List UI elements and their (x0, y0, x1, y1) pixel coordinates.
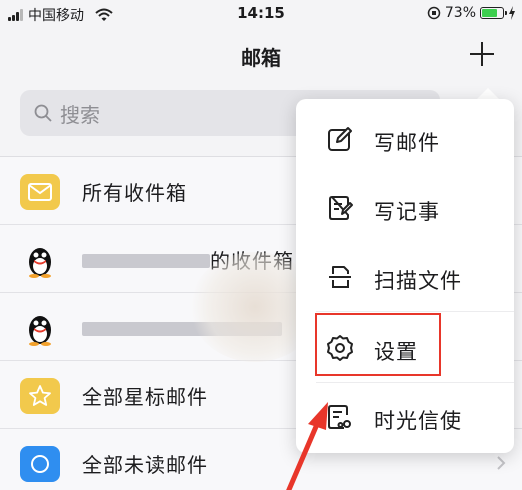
search-icon (34, 104, 52, 122)
menu-item-label: 写记事 (374, 200, 440, 224)
menu-item-label: 写邮件 (374, 131, 440, 155)
add-button[interactable] (462, 34, 502, 74)
menu-item-compose[interactable]: 写邮件 (296, 105, 514, 173)
qq-penguin-icon (29, 316, 51, 346)
battery-icon (480, 7, 507, 19)
nav-bar: 邮箱 (0, 28, 522, 84)
chevron-right-icon (497, 456, 506, 470)
orientation-lock-icon (427, 6, 441, 20)
qq-penguin-icon (29, 248, 51, 278)
envelope-icon (20, 174, 60, 210)
charging-icon (509, 6, 515, 20)
star-icon (20, 378, 60, 414)
red-arrow-annotation (286, 402, 328, 490)
settings-highlight (315, 313, 441, 376)
search-placeholder: 搜索 (60, 102, 100, 127)
redacted-account (82, 254, 210, 268)
menu-item-note[interactable]: 写记事 (296, 174, 514, 242)
scan-icon (329, 266, 351, 288)
note-icon (329, 195, 353, 220)
menu-item-label: 扫描文件 (374, 269, 462, 293)
mail-app-screen: 中国移动 14:15 73% 邮箱 搜索 所有收件箱 全部星标邮件 全部未读邮件… (0, 0, 522, 490)
menu-item-scan[interactable]: 扫描文件 (296, 243, 514, 311)
menu-item-label: 时光信使 (374, 409, 462, 433)
list-item-label: 所有收件箱 (82, 181, 187, 205)
list-item-label: 全部未读邮件 (82, 453, 208, 477)
unread-circle-icon (20, 446, 60, 482)
status-right: 73% (427, 5, 516, 21)
list-item-label: 全部星标邮件 (82, 385, 208, 409)
status-bar: 中国移动 14:15 73% (0, 0, 522, 28)
compose-icon (328, 127, 352, 151)
battery-percent: 73% (444, 5, 476, 21)
menu-divider (316, 311, 514, 312)
page-title: 邮箱 (241, 46, 281, 70)
